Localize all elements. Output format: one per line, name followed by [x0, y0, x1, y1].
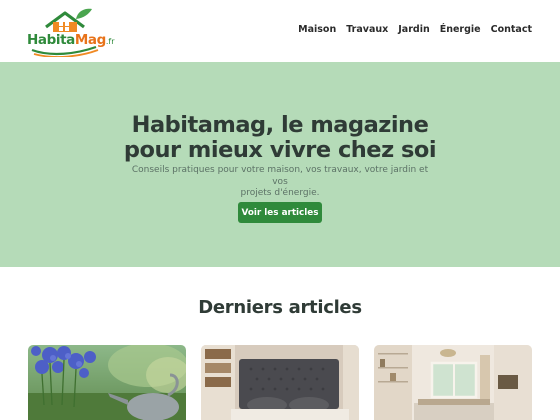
bedroom-window-photo — [374, 345, 532, 420]
logo-text-mag: Mag — [74, 32, 106, 48]
nav-item-energie[interactable]: Énergie — [440, 24, 481, 35]
nav-item-travaux[interactable]: Travaux — [346, 24, 388, 35]
garden-photo — [28, 345, 186, 420]
hero-title: Habitamag, le magazine pour mieux vivre … — [0, 113, 560, 163]
article-card-bedroom-window[interactable] — [374, 345, 532, 420]
article-card-bedroom[interactable] — [201, 345, 359, 420]
latest-articles-title: Derniers articles — [198, 297, 362, 318]
hero-subtitle-line1: Conseils pratiques pour votre maison, vo… — [131, 165, 429, 187]
main-nav: Maison Travaux Jardin Énergie Contact — [298, 24, 532, 35]
hero-subtitle: Conseils pratiques pour votre maison, vo… — [125, 165, 435, 200]
nav-item-jardin[interactable]: Jardin — [398, 24, 429, 35]
hero-subtitle-line2: projets d'énergie. — [240, 188, 320, 198]
bedroom-headboard-photo — [201, 345, 359, 420]
nav-item-maison[interactable]: Maison — [298, 24, 336, 35]
site-header: HabitaMag.fr Maison Travaux Jardin Énerg… — [0, 0, 560, 62]
hero-title-line1: Habitamag, le magazine — [131, 112, 429, 138]
view-articles-button[interactable]: Voir les articles — [238, 202, 322, 223]
hero-title-line2: pour mieux vivre chez soi — [123, 137, 437, 163]
logo-text-tld: .fr — [105, 37, 115, 46]
house-logo-icon — [31, 8, 99, 58]
nav-item-contact[interactable]: Contact — [491, 24, 532, 35]
article-card-garden[interactable] — [28, 345, 186, 420]
site-logo[interactable]: HabitaMag.fr — [26, 5, 115, 58]
logo-wordmark: HabitaMag.fr — [27, 32, 115, 48]
hero-banner: Habitamag, le magazine pour mieux vivre … — [0, 62, 560, 267]
logo-text-habita: Habita — [27, 32, 75, 48]
